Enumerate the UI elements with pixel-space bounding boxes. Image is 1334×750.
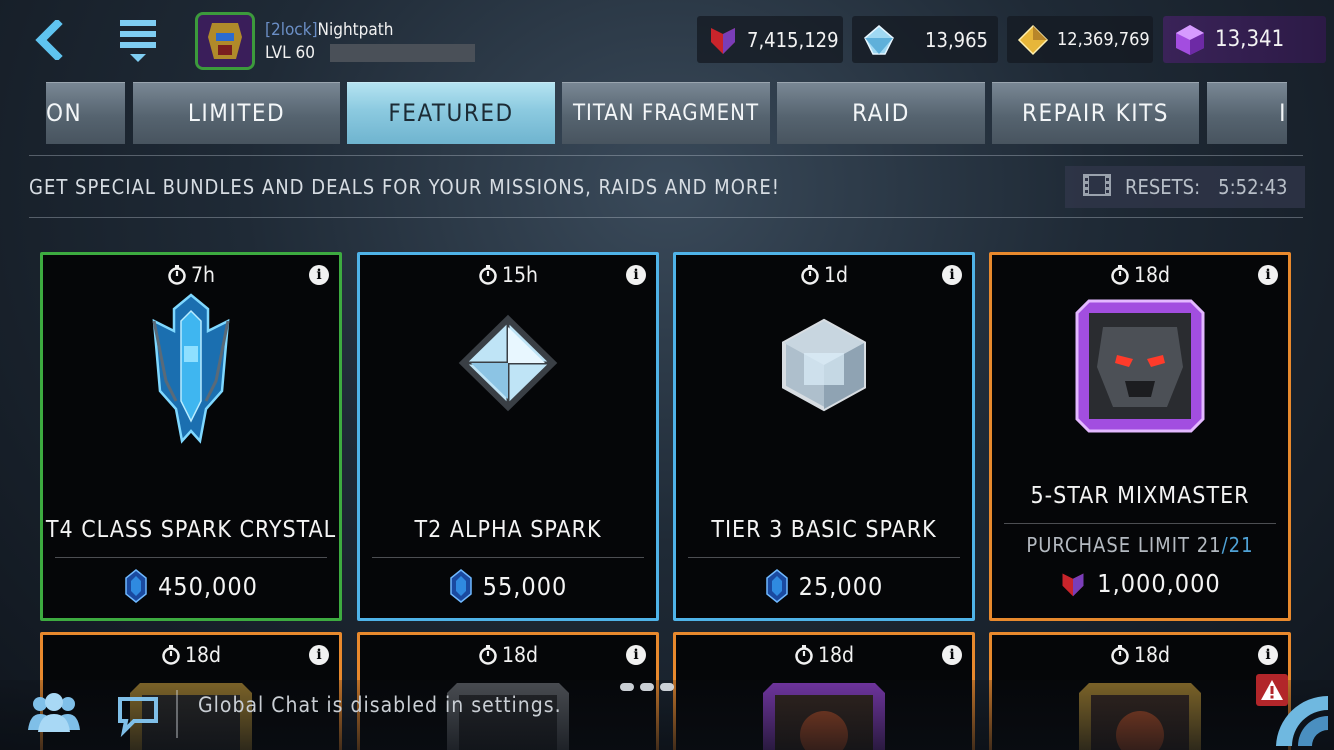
tab-raid[interactable]: RAID [777, 82, 985, 144]
player-avatar[interactable] [195, 12, 255, 70]
resets-timer: RESETS: 5:52:43 [1065, 166, 1305, 208]
friends-button[interactable] [26, 690, 82, 738]
info-icon[interactable]: i [626, 265, 646, 285]
stopwatch-icon [479, 265, 497, 285]
stopwatch-icon [1111, 645, 1129, 665]
xp-bar [330, 44, 475, 62]
t4-spark-crystal-icon [43, 291, 339, 451]
page-indicator [620, 683, 674, 691]
currency-value: 13,341 [1215, 27, 1285, 52]
tab-partial-right[interactable]: I [1207, 82, 1287, 144]
avatar-portrait [198, 15, 252, 67]
blue-crystal-icon [765, 569, 788, 603]
info-icon[interactable]: i [626, 645, 646, 665]
offer-timer: 18d [360, 643, 656, 667]
divider [29, 217, 1303, 218]
info-icon[interactable]: i [1258, 645, 1278, 665]
autobot-badge-icon [707, 23, 739, 57]
currency-crystals[interactable]: 13,965 [852, 16, 998, 63]
stopwatch-icon [1111, 265, 1129, 285]
chevron-left-icon [35, 20, 63, 60]
clan-tag: [2lock] [265, 20, 318, 40]
film-strip-icon [1083, 173, 1111, 201]
gold-ore-icon [1017, 23, 1049, 57]
offer-title: T4 CLASS SPARK CRYSTAL [45, 517, 337, 543]
offer-timer: 18d [43, 643, 339, 667]
chat-bubble-icon [118, 697, 158, 738]
offer-price: 25,000 [676, 569, 972, 603]
offer-timer: 7h [43, 263, 339, 287]
autobot-badge-icon [1062, 573, 1084, 596]
divider [1004, 523, 1276, 524]
stopwatch-icon [795, 645, 813, 665]
tab-partial-left[interactable]: ON [46, 82, 125, 144]
stopwatch-icon [801, 265, 819, 285]
offer-title: TIER 3 BASIC SPARK [711, 517, 937, 543]
offer-title: T2 ALPHA SPARK [414, 517, 602, 543]
chat-status-message: Global Chat is disabled in settings. [198, 693, 562, 717]
info-icon[interactable]: i [309, 265, 329, 285]
offer-timer: 15h [360, 263, 656, 287]
currency-value: 13,965 [925, 27, 988, 52]
back-button[interactable] [22, 12, 78, 68]
purchase-limit: PURCHASE LIMIT 21/21 [1026, 533, 1254, 557]
crystal-icon [862, 23, 896, 57]
purple-cube-icon [1173, 23, 1207, 57]
currency-premium[interactable]: 13,341 [1163, 16, 1326, 63]
offer-timer: 18d [676, 643, 972, 667]
offer-timer: 18d [992, 263, 1288, 287]
username: Nightpath [317, 20, 394, 40]
menu-button[interactable] [110, 12, 166, 68]
blue-crystal-icon [125, 569, 147, 603]
divider [29, 155, 1303, 156]
player-name: [2lock]Nightpath [265, 20, 393, 40]
currency-gold[interactable]: 12,369,769 [1007, 16, 1153, 63]
offer-card-t4-spark-crystal[interactable]: 7h i T4 CLASS SPARK CRYSTAL 450,000 [40, 252, 342, 621]
info-icon[interactable]: i [942, 645, 962, 665]
chat-button[interactable] [116, 693, 160, 741]
tab-repair-kits[interactable]: REPAIR KITS [992, 82, 1199, 144]
tab-featured[interactable]: FEATURED [347, 82, 555, 144]
offer-card-5-star-mixmaster[interactable]: 18d i 5-STAR MIXMASTER PURCHASE LIMIT 21… [989, 252, 1291, 621]
currency-value: 12,369,769 [1057, 29, 1150, 50]
blue-crystal-icon [449, 569, 472, 603]
tab-limited[interactable]: LIMITED [133, 82, 340, 144]
offer-price: 55,000 [360, 569, 656, 603]
info-icon[interactable]: i [1258, 265, 1278, 285]
offer-timer: 18d [992, 643, 1288, 667]
divider [55, 557, 327, 558]
radar-button[interactable] [1270, 690, 1330, 750]
basic-spark-cube-icon [676, 315, 972, 415]
info-icon[interactable]: i [309, 645, 329, 665]
mixmaster-portrait [992, 297, 1288, 435]
stopwatch-icon [479, 645, 497, 665]
currency-value: 7,415,129 [747, 27, 839, 52]
hamburger-menu-icon [120, 20, 156, 62]
divider [372, 557, 644, 558]
resets-time: 5:52:43 [1218, 175, 1288, 199]
info-icon[interactable]: i [942, 265, 962, 285]
stopwatch-icon [168, 265, 186, 285]
offer-price: 450,000 [43, 569, 339, 603]
friends-icon [28, 693, 80, 732]
resets-label: RESETS: [1125, 175, 1201, 199]
offer-price: 1,000,000 [992, 569, 1288, 598]
store-tabs: ON LIMITED FEATURED TITAN FRAGMENT RAID … [0, 82, 1334, 146]
offer-timer: 1d [676, 263, 972, 287]
alpha-spark-icon [360, 313, 656, 413]
divider [688, 557, 960, 558]
currency-energon[interactable]: 7,415,129 [697, 16, 843, 63]
offer-card-tier3-basic-spark[interactable]: 1d i TIER 3 BASIC SPARK 25,000 [673, 252, 975, 621]
offer-title: 5-STAR MIXMASTER [1030, 483, 1250, 509]
stopwatch-icon [162, 645, 180, 665]
radar-icon [1276, 696, 1328, 746]
offer-card-t2-alpha-spark[interactable]: 15h i T2 ALPHA SPARK 55,000 [357, 252, 659, 621]
tab-titan-fragment[interactable]: TITAN FRAGMENT [562, 82, 770, 144]
store-subtitle: GET SPECIAL BUNDLES AND DEALS FOR YOUR M… [29, 175, 780, 199]
divider [176, 690, 178, 738]
player-level: LVL 60 [265, 43, 315, 63]
